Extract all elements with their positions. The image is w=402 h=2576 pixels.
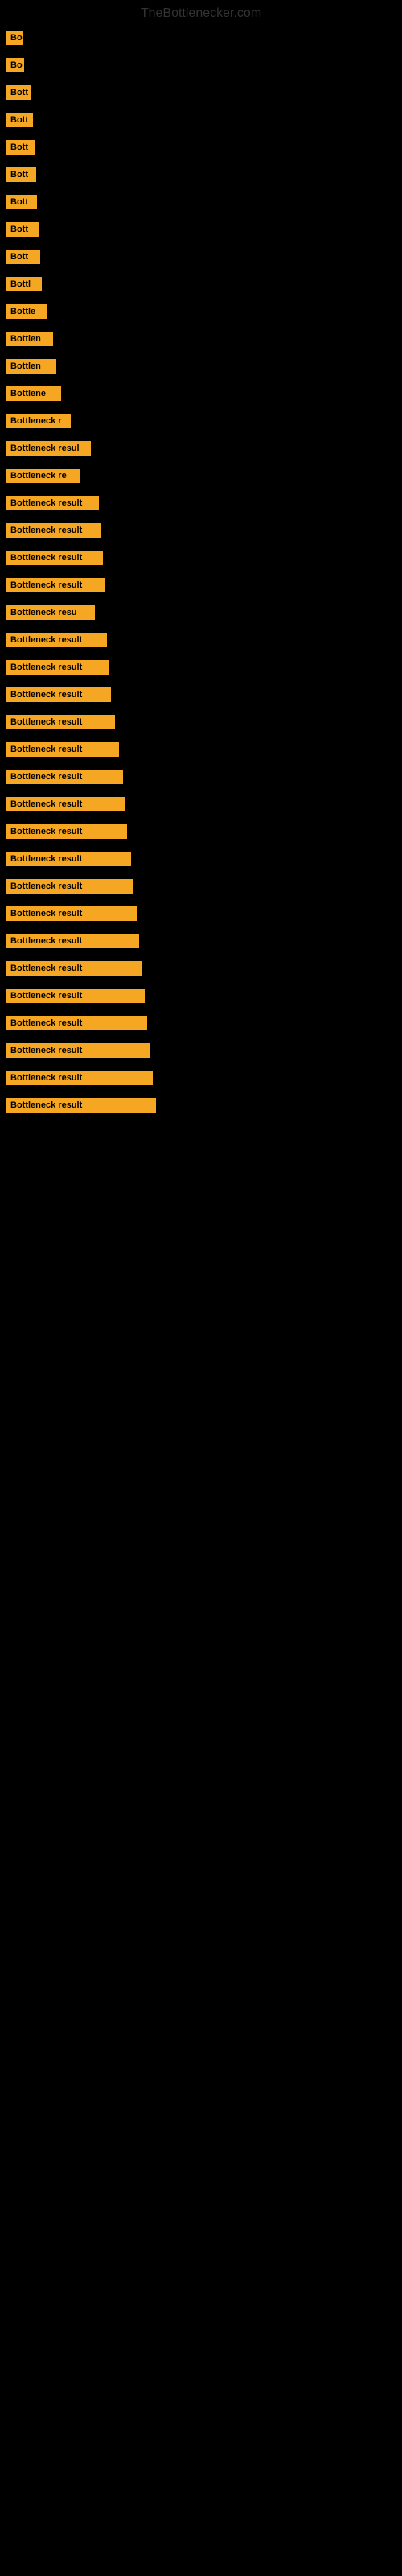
list-item: Bottleneck result xyxy=(0,710,402,734)
list-item: Bott xyxy=(0,135,402,159)
bottleneck-badge: Bottleneck result xyxy=(6,1098,156,1113)
bottleneck-badge: Bottleneck resu xyxy=(6,605,95,620)
list-item: Bott xyxy=(0,80,402,105)
bottleneck-badge: Bottleneck result xyxy=(6,578,105,592)
bottleneck-badge: Bott xyxy=(6,167,36,182)
list-item: Bottleneck result xyxy=(0,491,402,515)
list-item: Bottleneck result xyxy=(0,792,402,816)
list-item: Bottleneck resu xyxy=(0,601,402,625)
list-item: Bottleneck result xyxy=(0,546,402,570)
bottleneck-badge: Bottleneck result xyxy=(6,989,145,1003)
list-item: Bottleneck result xyxy=(0,683,402,707)
bottleneck-badge: Bottleneck result xyxy=(6,797,125,811)
bottleneck-badge: Bottleneck result xyxy=(6,742,119,757)
list-item: Bottleneck result xyxy=(0,1066,402,1090)
bottleneck-badge: Bott xyxy=(6,195,37,209)
list-item: Bottlen xyxy=(0,327,402,351)
list-item: Bottleneck result xyxy=(0,1093,402,1117)
list-item: Bottleneck re xyxy=(0,464,402,488)
bottleneck-badge: Bottleneck result xyxy=(6,715,115,729)
list-item: Bott xyxy=(0,108,402,132)
bottleneck-badge: Bott xyxy=(6,222,39,237)
bottleneck-badge: Bottleneck resul xyxy=(6,441,91,456)
list-item: Bottleneck result xyxy=(0,573,402,597)
list-item: Bottleneck result xyxy=(0,518,402,543)
bottleneck-badge: Bottleneck result xyxy=(6,523,101,538)
list-item: Bott xyxy=(0,245,402,269)
list-item: Bott xyxy=(0,217,402,242)
bottleneck-badge: Bottleneck re xyxy=(6,469,80,483)
list-item: Bottleneck result xyxy=(0,956,402,980)
bottleneck-badge: Bottleneck result xyxy=(6,934,139,948)
list-item: Bottleneck result xyxy=(0,655,402,679)
bottleneck-badge: Bott xyxy=(6,140,35,155)
bottleneck-badge: Bottleneck result xyxy=(6,551,103,565)
list-item: Bottleneck result xyxy=(0,819,402,844)
bottleneck-badge: Bo xyxy=(6,31,23,45)
list-item: Bottleneck result xyxy=(0,929,402,953)
bottleneck-badge: Bott xyxy=(6,113,33,127)
bottleneck-badge: Bo xyxy=(6,58,24,72)
bottleneck-badge: Bottle xyxy=(6,304,47,319)
list-item: Bott xyxy=(0,163,402,187)
list-item: Bottleneck result xyxy=(0,628,402,652)
list-item: Bottleneck result xyxy=(0,874,402,898)
bottleneck-badge: Bottleneck result xyxy=(6,879,133,894)
bottleneck-badge: Bottleneck result xyxy=(6,770,123,784)
list-item: Bo xyxy=(0,26,402,50)
list-item: Bo xyxy=(0,53,402,77)
list-item: Bottleneck result xyxy=(0,902,402,926)
rows-container: Bo Bo Bott Bott Bott Bott Bott Bott Bott Bottl Bot… xyxy=(0,24,402,1135)
list-item: Bottleneck result xyxy=(0,737,402,762)
bottleneck-badge: Bottleneck result xyxy=(6,633,107,647)
list-item: Bottleneck resul xyxy=(0,436,402,460)
bottleneck-badge: Bottl xyxy=(6,277,42,291)
list-item: Bottl xyxy=(0,272,402,296)
bottleneck-badge: Bottleneck result xyxy=(6,906,137,921)
bottleneck-badge: Bottleneck result xyxy=(6,1043,150,1058)
bottleneck-badge: Bottleneck result xyxy=(6,852,131,866)
list-item: Bottleneck result xyxy=(0,847,402,871)
list-item: Bottleneck result xyxy=(0,765,402,789)
list-item: Bottleneck result xyxy=(0,1038,402,1063)
list-item: Bottleneck result xyxy=(0,984,402,1008)
bottleneck-badge: Bott xyxy=(6,250,40,264)
bottleneck-badge: Bottleneck result xyxy=(6,687,111,702)
bottleneck-badge: Bottleneck result xyxy=(6,961,142,976)
bottleneck-badge: Bottleneck result xyxy=(6,660,109,675)
bottleneck-badge: Bottlen xyxy=(6,332,53,346)
list-item: Bottleneck r xyxy=(0,409,402,433)
list-item: Bottle xyxy=(0,299,402,324)
bottleneck-badge: Bottleneck result xyxy=(6,496,99,510)
bottleneck-badge: Bottleneck r xyxy=(6,414,71,428)
list-item: Bottlene xyxy=(0,382,402,406)
site-title: TheBottlenecker.com xyxy=(0,0,402,24)
bottleneck-badge: Bottleneck result xyxy=(6,824,127,839)
bottleneck-badge: Bottlen xyxy=(6,359,56,374)
list-item: Bott xyxy=(0,190,402,214)
list-item: Bottlen xyxy=(0,354,402,378)
bottleneck-badge: Bottleneck result xyxy=(6,1071,153,1085)
bottleneck-badge: Bott xyxy=(6,85,31,100)
bottleneck-badge: Bottlene xyxy=(6,386,61,401)
list-item: Bottleneck result xyxy=(0,1011,402,1035)
bottleneck-badge: Bottleneck result xyxy=(6,1016,147,1030)
